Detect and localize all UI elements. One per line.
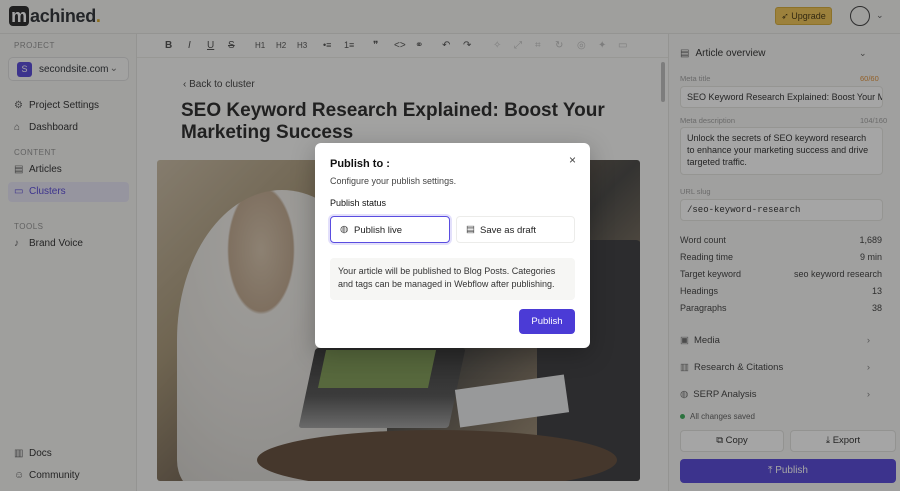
publish-live-option[interactable]: ◍ Publish live: [330, 216, 450, 243]
save-as-draft-option[interactable]: ▤ Save as draft: [456, 216, 575, 243]
publish-modal: Publish to : × Configure your publish se…: [315, 143, 590, 348]
option-label: Save as draft: [480, 225, 536, 236]
modal-publish-button[interactable]: Publish: [519, 309, 575, 334]
modal-title: Publish to :: [330, 158, 390, 170]
option-label: Publish live: [354, 225, 403, 236]
publish-info-box: Your article will be published to Blog P…: [330, 258, 575, 300]
close-icon[interactable]: ×: [569, 153, 576, 167]
modal-subtitle: Configure your publish settings.: [330, 176, 457, 186]
publish-status-label: Publish status: [330, 198, 387, 208]
globe-icon: ◍: [340, 224, 349, 235]
doc-icon: ▤: [466, 224, 475, 235]
